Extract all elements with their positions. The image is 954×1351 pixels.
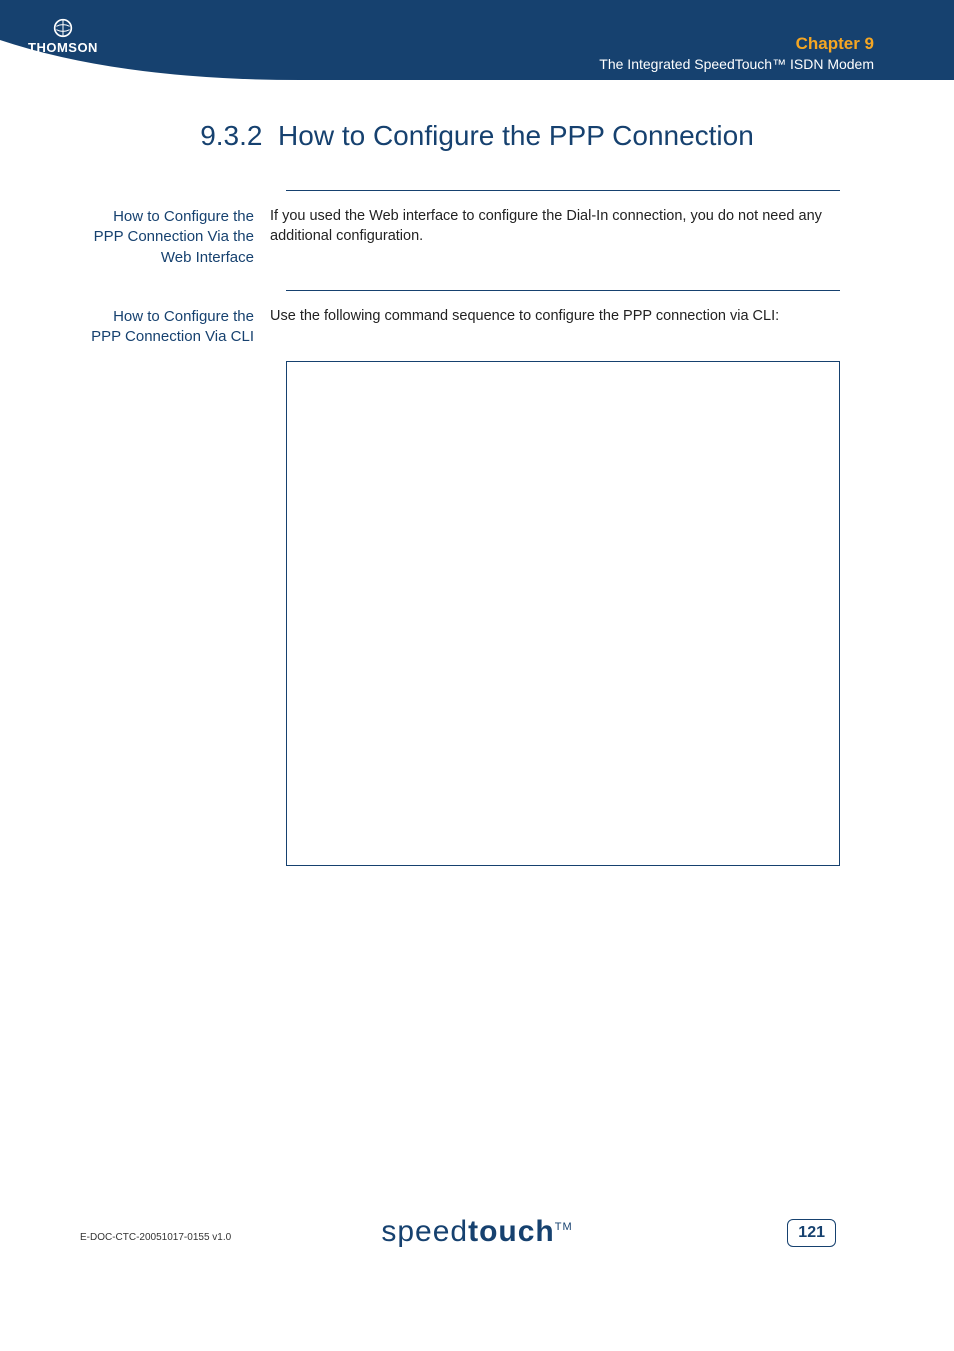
thomson-brand-text: THOMSON — [28, 40, 98, 55]
section-number: 9.3.2 — [200, 120, 262, 151]
trademark-symbol: TM — [555, 1221, 573, 1233]
chapter-label: Chapter 9 The Integrated SpeedTouch™ ISD… — [599, 34, 874, 72]
product-logo-light: speed — [381, 1215, 468, 1248]
content-area: How to Configure the PPP Connection Via … — [80, 190, 840, 866]
section-title: 9.3.2 How to Configure the PPP Connectio… — [0, 120, 954, 152]
chapter-number: Chapter 9 — [599, 34, 874, 54]
divider — [286, 190, 840, 191]
block-cli: How to Configure the PPP Connection Via … — [80, 307, 840, 348]
page-footer: E-DOC-CTC-20051017-0155 v1.0 speedtouchT… — [0, 1203, 954, 1243]
thomson-globe-icon — [53, 18, 73, 38]
section-heading: How to Configure the PPP Connection — [278, 120, 754, 151]
block-cli-label: How to Configure the PPP Connection Via … — [80, 307, 270, 348]
block-cli-body: Use the following command sequence to co… — [270, 307, 830, 327]
block-web-label: How to Configure the PPP Connection Via … — [80, 207, 270, 268]
product-logo-bold: touch — [468, 1215, 555, 1248]
cli-command-box — [286, 361, 840, 866]
header-bar: THOMSON Chapter 9 The Integrated SpeedTo… — [0, 0, 954, 90]
block-web: How to Configure the PPP Connection Via … — [80, 207, 840, 268]
block-web-body: If you used the Web interface to configu… — [270, 207, 830, 246]
thomson-logo: THOMSON — [28, 18, 98, 55]
chapter-subtitle: The Integrated SpeedTouch™ ISDN Modem — [599, 56, 874, 72]
page-number: 121 — [787, 1219, 836, 1247]
divider — [286, 290, 840, 291]
